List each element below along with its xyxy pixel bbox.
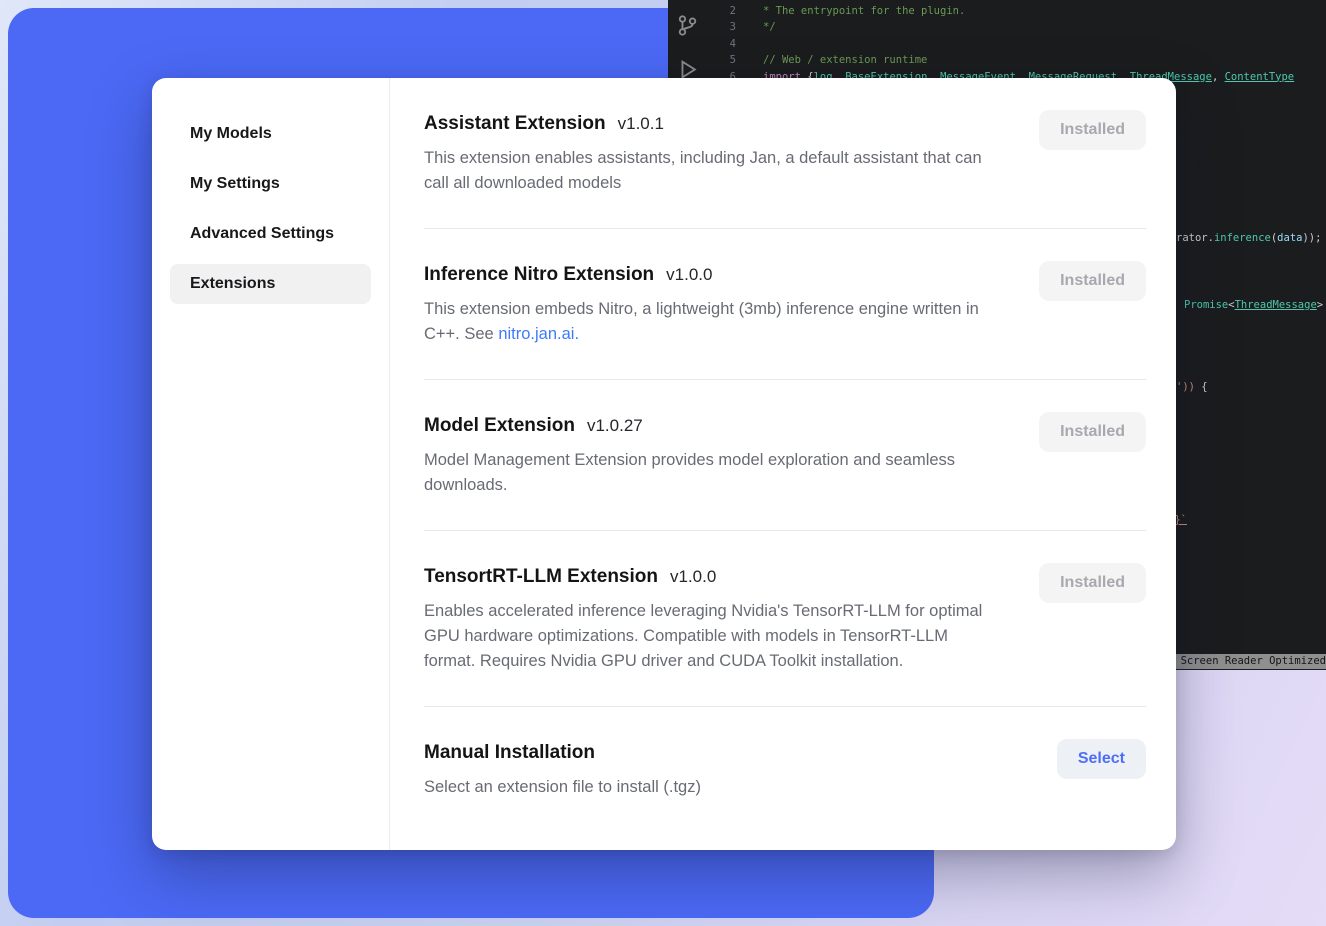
extension-text: Model Extension v1.0.27 Model Management E… bbox=[424, 412, 1002, 498]
extension-section: Assistant Extension v1.0.1 This extension … bbox=[424, 78, 1146, 229]
code-token: , bbox=[1212, 71, 1225, 83]
source-control-icon[interactable] bbox=[676, 14, 699, 40]
extension-title: Inference Nitro Extension bbox=[424, 264, 654, 285]
installed-button[interactable]: Installed bbox=[1039, 563, 1146, 603]
code-token: > bbox=[1317, 299, 1323, 311]
nitro-jan-ai-link[interactable]: nitro.jan.ai. bbox=[498, 325, 579, 343]
line-number: 3 bbox=[706, 19, 746, 35]
sidebar-item-advanced-settings[interactable]: Advanced Settings bbox=[170, 214, 371, 254]
extension-text: TensortRT-LLM Extension v1.0.0 Enables acc… bbox=[424, 563, 1002, 674]
installed-button[interactable]: Installed bbox=[1039, 261, 1146, 301]
extension-version: v1.0.27 bbox=[587, 416, 643, 435]
line-number: 2 bbox=[706, 3, 746, 19]
extension-section: Inference Nitro Extension v1.0.0 This exte… bbox=[424, 229, 1146, 380]
line-number: 4 bbox=[706, 36, 746, 52]
code-line: 3 */ bbox=[706, 19, 1326, 35]
extension-title: Model Extension bbox=[424, 415, 575, 436]
extension-title: TensortRT-LLM Extension bbox=[424, 566, 658, 587]
code-token: ')) bbox=[1176, 381, 1195, 393]
extension-title: Assistant Extension bbox=[424, 113, 606, 134]
code-token: // Web / extension runtime bbox=[763, 54, 927, 66]
code-line: 5 // Web / extension runtime bbox=[706, 52, 1326, 68]
code-token: data bbox=[1277, 232, 1302, 244]
extension-text: Inference Nitro Extension v1.0.0 This exte… bbox=[424, 261, 1002, 347]
line-number: 5 bbox=[706, 52, 746, 68]
extension-description: This extension enables assistants, inclu… bbox=[424, 146, 1002, 196]
extension-version: v1.0.1 bbox=[618, 114, 664, 133]
extensions-list: Assistant Extension v1.0.1 This extension … bbox=[390, 78, 1176, 850]
extension-section: TensortRT-LLM Extension v1.0.0 Enables acc… bbox=[424, 531, 1146, 707]
extension-description: Model Management Extension provides mode… bbox=[424, 448, 1002, 498]
page-background: 2 * The entrypoint for the plugin.3 */45… bbox=[0, 0, 1326, 926]
extension-description: This extension embeds Nitro, a lightweig… bbox=[424, 297, 1002, 347]
code-token: ThreadMessage bbox=[1235, 299, 1317, 311]
extension-description: Select an extension file to install (.tg… bbox=[424, 775, 1002, 800]
code-fragment: rator.inference(data)); bbox=[1176, 230, 1321, 246]
sidebar-item-my-models[interactable]: My Models bbox=[170, 114, 371, 154]
extension-version: v1.0.0 bbox=[666, 265, 712, 284]
code-token: { bbox=[1195, 381, 1208, 393]
select-button[interactable]: Select bbox=[1057, 739, 1146, 779]
screen-reader-badge[interactable]: Screen Reader Optimized bbox=[1173, 654, 1326, 669]
extension-description: Enables accelerated inference leveraging… bbox=[424, 599, 1002, 674]
code-line: 4 bbox=[706, 36, 1326, 52]
extension-text: Assistant Extension v1.0.1 This extension … bbox=[424, 110, 1002, 196]
extension-version: v1.0.0 bbox=[670, 567, 716, 586]
code-token: Promise bbox=[1184, 299, 1228, 311]
code-fragment: ')) { bbox=[1176, 379, 1208, 395]
extension-section: Manual Installation Select an extension f… bbox=[424, 707, 1146, 832]
extension-title: Manual Installation bbox=[424, 742, 595, 763]
code-token: )); bbox=[1302, 232, 1321, 244]
code-lines: 2 * The entrypoint for the plugin.3 */45… bbox=[706, 3, 1326, 85]
code-token: ContentType bbox=[1225, 71, 1295, 83]
code-token: rator. bbox=[1176, 232, 1214, 244]
settings-sidebar: My Models My Settings Advanced Settings Ext… bbox=[152, 78, 390, 850]
sidebar-item-my-settings[interactable]: My Settings bbox=[170, 164, 371, 204]
extension-text: Manual Installation Select an extension f… bbox=[424, 739, 1002, 800]
code-fragment: Promise<ThreadMessage> bbox=[1184, 297, 1323, 313]
code-token: * The entrypoint for the plugin. bbox=[763, 5, 965, 17]
code-line: 2 * The entrypoint for the plugin. bbox=[706, 3, 1326, 19]
code-token: */ bbox=[763, 21, 776, 33]
installed-button[interactable]: Installed bbox=[1039, 110, 1146, 150]
sidebar-item-extensions[interactable]: Extensions bbox=[170, 264, 371, 304]
installed-button[interactable]: Installed bbox=[1039, 412, 1146, 452]
settings-modal: My Models My Settings Advanced Settings Ext… bbox=[152, 78, 1176, 850]
code-token: inference bbox=[1214, 232, 1271, 244]
extension-section: Model Extension v1.0.27 Model Management E… bbox=[424, 380, 1146, 531]
